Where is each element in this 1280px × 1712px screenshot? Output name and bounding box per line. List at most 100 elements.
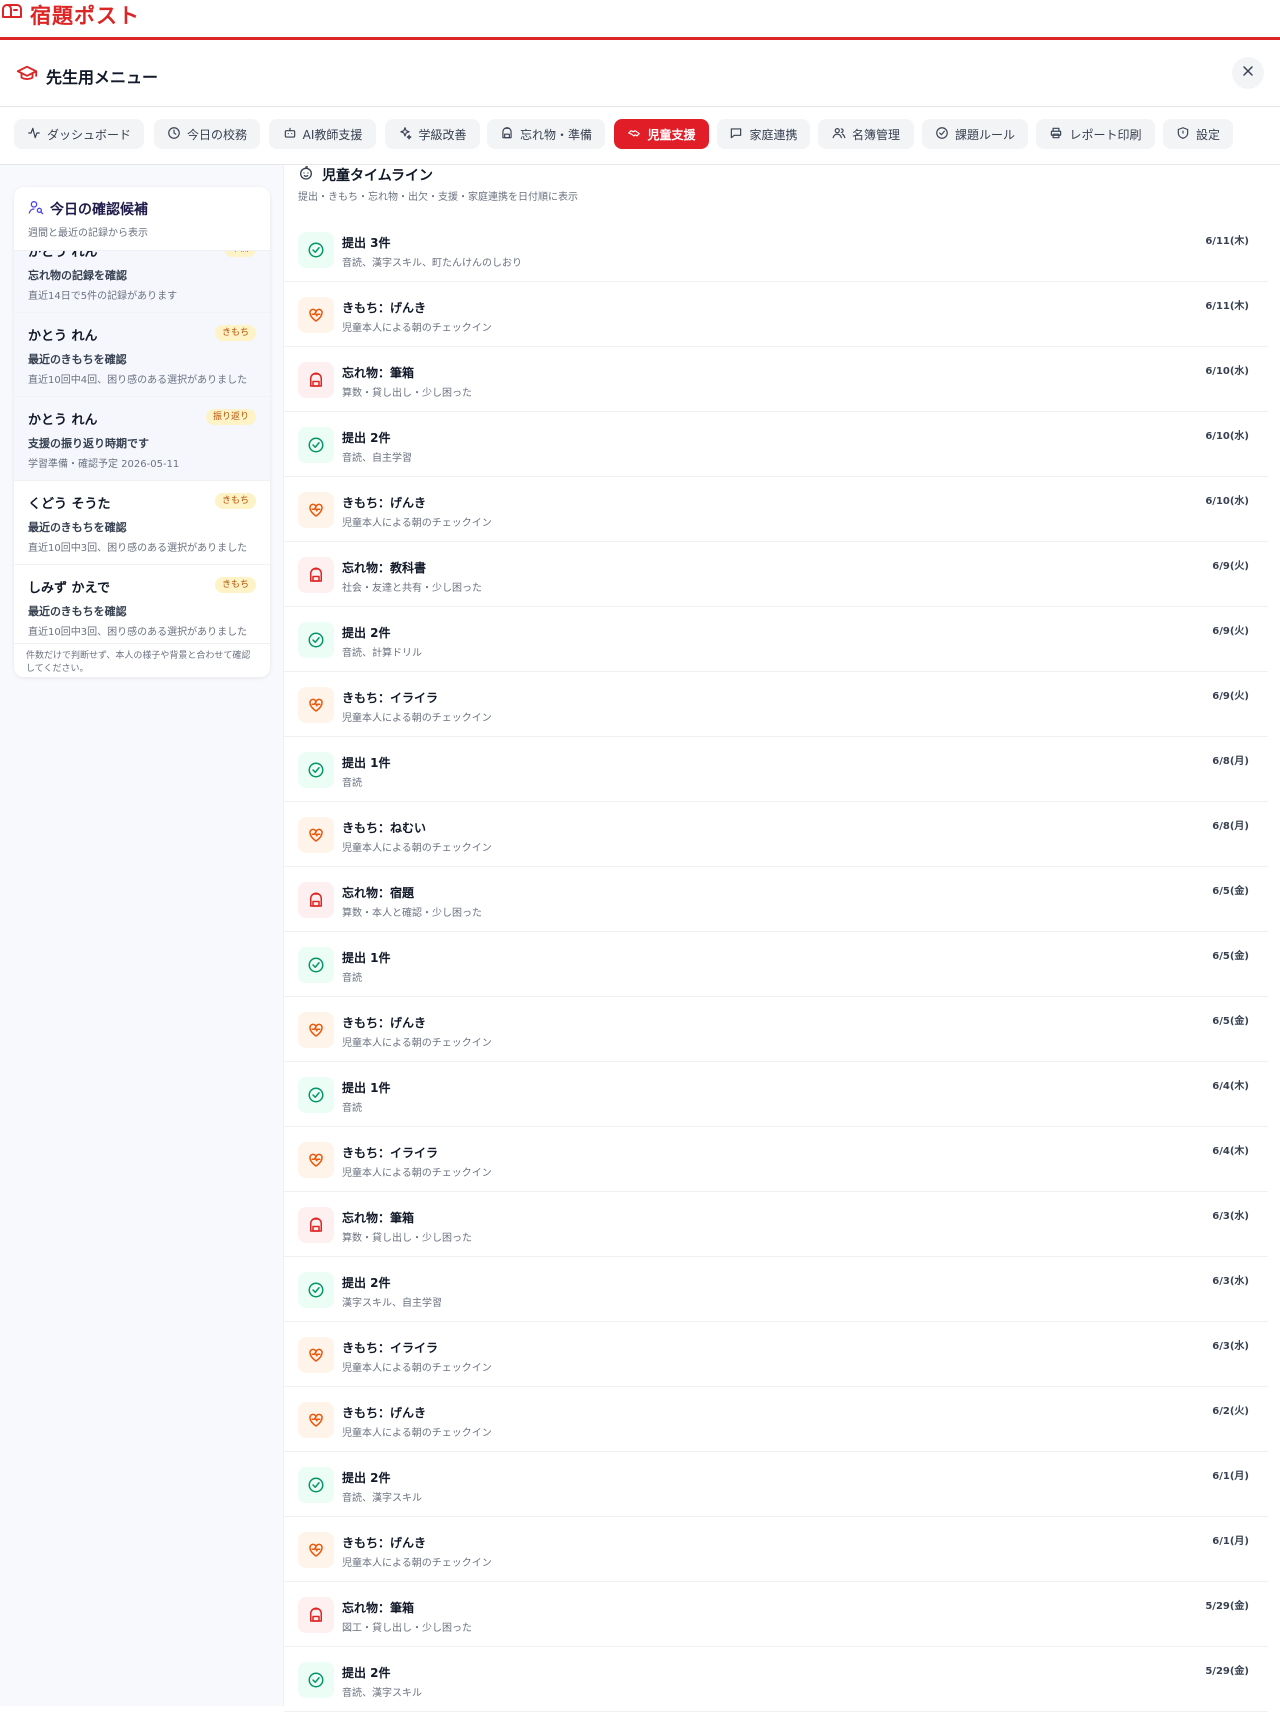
- event-date: 6/3(水): [1212, 1341, 1249, 1352]
- users-icon: [832, 126, 846, 143]
- timeline-item[interactable]: 提出 2件 音読、計算ドリル 6/9(火): [284, 607, 1268, 672]
- event-date: 6/10(水): [1205, 496, 1249, 507]
- tab-report-print[interactable]: レポート印刷: [1036, 119, 1155, 149]
- candidate-list[interactable]: かとう れん 準備 忘れ物の記録を確認 直近14日で5件の記録があります かとう…: [14, 251, 270, 643]
- list-item[interactable]: かとう れん きもち 最近のきもちを確認 直近10回中4回、困り感のある選択があ…: [14, 313, 270, 397]
- timeline-item[interactable]: きもち：げんき 児童本人による朝のチェックイン 6/2(火): [284, 1387, 1268, 1452]
- list-item[interactable]: かとう れん 準備 忘れ物の記録を確認 直近14日で5件の記録があります: [14, 251, 270, 313]
- event-detail: 図工・貸し出し・少し困った: [342, 1623, 472, 1634]
- event-detail: 音読: [342, 973, 362, 984]
- timeline-item[interactable]: 提出 1件 音読 6/4(木): [284, 1062, 1268, 1127]
- event-date: 6/10(水): [1205, 366, 1249, 377]
- check-circle-icon: [298, 1467, 334, 1503]
- tab-label: AI教師支援: [302, 127, 363, 142]
- check-circle-icon: [298, 947, 334, 983]
- list-item[interactable]: かとう れん 振り返り 支援の振り返り時期です 学習準備・確認予定 2026-0…: [14, 397, 270, 481]
- backpack-icon: [298, 1597, 334, 1633]
- timeline-item[interactable]: きもち：げんき 児童本人による朝のチェックイン 6/11(木): [284, 282, 1268, 347]
- card-subtitle: 週間と最近の記録から表示: [28, 228, 148, 239]
- tab-class-improvement[interactable]: 学級改善: [385, 119, 480, 149]
- event-date: 6/8(月): [1212, 821, 1249, 832]
- item-title: 忘れ物の記録を確認: [28, 269, 127, 282]
- event-label: きもち：イライラ: [342, 1341, 439, 1355]
- item-description: 直近10回中3回、困り感のある選択がありました: [28, 627, 248, 638]
- timeline-item[interactable]: 提出 2件 音読、漢字スキル 6/1(月): [284, 1452, 1268, 1517]
- timeline-item[interactable]: きもち：イライラ 児童本人による朝のチェックイン 6/3(水): [284, 1322, 1268, 1387]
- timeline-item[interactable]: 提出 3件 音読、漢字スキル、町たんけんのしおり 6/11(木): [284, 217, 1268, 282]
- timeline-item[interactable]: 忘れ物：筆箱 算数・貸し出し・少し困った 6/3(水): [284, 1192, 1268, 1257]
- tab-assignment-rules[interactable]: 課題ルール: [922, 119, 1028, 149]
- card-title: 今日の確認候補: [50, 202, 148, 218]
- timeline-item[interactable]: きもち：ねむい 児童本人による朝のチェックイン 6/8(月): [284, 802, 1268, 867]
- mailbox-icon: [0, 1, 24, 29]
- event-date: 6/3(水): [1212, 1276, 1249, 1287]
- event-date: 6/11(木): [1205, 301, 1249, 312]
- event-label: 提出 2件: [342, 1276, 391, 1290]
- check-circle-icon: [298, 752, 334, 788]
- event-label: 忘れ物：筆箱: [342, 1211, 415, 1225]
- event-detail: 児童本人による朝のチェックイン: [342, 1168, 492, 1179]
- tab-today-duties[interactable]: 今日の校務: [154, 119, 260, 149]
- item-title: 最近のきもちを確認: [28, 353, 127, 366]
- timeline-item[interactable]: きもち：イライラ 児童本人による朝のチェックイン 6/9(火): [284, 672, 1268, 737]
- event-detail: 音読、計算ドリル: [342, 648, 422, 659]
- backpack-icon: [298, 882, 334, 918]
- check-circle-icon: [298, 427, 334, 463]
- student-name: かとう れん: [28, 329, 98, 344]
- timeline-item[interactable]: きもち：イライラ 児童本人による朝のチェックイン 6/4(木): [284, 1127, 1268, 1192]
- sparkles-icon: [398, 126, 412, 143]
- list-item[interactable]: くどう そうた きもち 最近のきもちを確認 直近10回中3回、困り感のある選択が…: [14, 481, 270, 565]
- event-detail: 音読、自主学習: [342, 453, 412, 464]
- check-circle-icon: [935, 126, 949, 143]
- item-description: 直近10回中3回、困り感のある選択がありました: [28, 543, 248, 554]
- close-button[interactable]: [1232, 57, 1264, 89]
- card-title-group: 今日の確認候補: [28, 199, 256, 219]
- heart-pulse-icon: [298, 1337, 334, 1373]
- sidebar: 今日の確認候補 週間と最近の記録から表示 かとう れん 準備 忘れ物の記録を確認…: [0, 165, 284, 1706]
- timeline-item[interactable]: 提出 2件 音読、漢字スキル 5/29(金): [284, 1647, 1268, 1712]
- tab-label: 学級改善: [418, 127, 467, 142]
- heart-pulse-icon: [298, 1532, 334, 1568]
- tab-roster[interactable]: 名簿管理: [818, 119, 914, 149]
- timeline-item[interactable]: きもち：げんき 児童本人による朝のチェックイン 6/1(月): [284, 1517, 1268, 1582]
- timeline-item[interactable]: 提出 1件 音読 6/5(金): [284, 932, 1268, 997]
- event-label: 提出 1件: [342, 756, 391, 770]
- tab-dashboard[interactable]: ダッシュボード: [14, 119, 144, 149]
- timeline-item[interactable]: きもち：げんき 児童本人による朝のチェックイン 6/10(水): [284, 477, 1268, 542]
- event-label: 忘れ物：筆箱: [342, 1601, 415, 1615]
- tab-label: 課題ルール: [954, 127, 1015, 142]
- event-date: 6/5(金): [1212, 1016, 1249, 1027]
- category-badge: 準備: [223, 251, 256, 257]
- timeline-item[interactable]: 提出 1件 音読 6/8(月): [284, 737, 1268, 802]
- timeline-item[interactable]: 忘れ物：教科書 社会・友達と共有・少し困った 6/9(火): [284, 542, 1268, 607]
- list-item[interactable]: しみず かえで きもち 最近のきもちを確認 直近10回中3回、困り感のある選択が…: [14, 565, 270, 643]
- event-date: 6/8(月): [1212, 756, 1249, 767]
- tab-student-support[interactable]: 児童支援: [614, 119, 709, 149]
- event-date: 5/29(金): [1205, 1601, 1249, 1612]
- tab-home-liaison[interactable]: 家庭連携: [717, 119, 810, 149]
- timeline-item[interactable]: 忘れ物：筆箱図工・貸し出し・少し困った 5/29(金): [284, 1582, 1268, 1647]
- backpack-icon: [298, 362, 334, 398]
- tab-settings[interactable]: 設定: [1163, 119, 1233, 149]
- brand[interactable]: 宿題ポスト: [0, 0, 140, 30]
- timeline-item[interactable]: 提出 2件 漢字スキル、自主学習 6/3(水): [284, 1257, 1268, 1322]
- timeline-item[interactable]: きもち：げんき 児童本人による朝のチェックイン 6/5(金): [284, 997, 1268, 1062]
- category-badge: きもち: [214, 493, 256, 509]
- tab-forgotten-items[interactable]: 忘れ物・準備: [487, 119, 605, 149]
- timeline-item[interactable]: 提出 2件 音読、自主学習 6/10(水): [284, 412, 1268, 477]
- event-label: 提出 3件: [342, 236, 391, 250]
- timeline-item[interactable]: 忘れ物：筆箱 算数・貸し出し・少し困った 6/10(水): [284, 347, 1268, 412]
- event-detail: 児童本人による朝のチェックイン: [342, 1558, 492, 1569]
- menu-header: 先生用メニュー: [0, 40, 1280, 107]
- check-circle-icon: [298, 1662, 334, 1698]
- item-title: 最近のきもちを確認: [28, 605, 127, 618]
- event-detail: 児童本人による朝のチェックイン: [342, 518, 492, 529]
- student-name: かとう れん: [28, 413, 98, 428]
- timeline-item[interactable]: 忘れ物：宿題 算数・本人と確認・少し困った 6/5(金): [284, 867, 1268, 932]
- event-date: 5/29(金): [1205, 1666, 1249, 1677]
- event-date: 6/5(金): [1212, 886, 1249, 897]
- tab-ai-teacher[interactable]: AI教師支援: [269, 119, 376, 149]
- item-description: 直近14日で5件の記録があります: [28, 291, 178, 302]
- heart-pulse-icon: [298, 1142, 334, 1178]
- event-date: 6/1(月): [1212, 1536, 1249, 1547]
